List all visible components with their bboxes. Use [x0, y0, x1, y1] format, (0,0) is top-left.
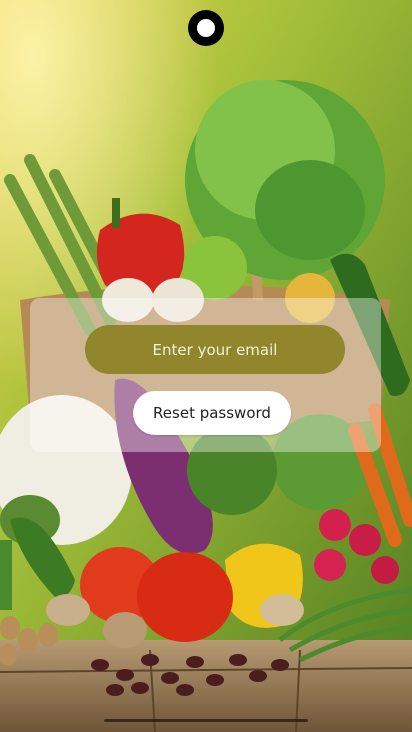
email-input[interactable]: Enter your email	[85, 325, 345, 374]
reset-password-button[interactable]: Reset password	[133, 391, 291, 435]
camera-lens-icon	[197, 19, 215, 37]
reset-password-label: Reset password	[153, 404, 271, 422]
reset-password-screen: Enter your email Reset password	[0, 0, 412, 732]
home-indicator[interactable]	[104, 719, 308, 722]
email-placeholder: Enter your email	[152, 340, 278, 359]
camera-cutout	[188, 10, 224, 46]
